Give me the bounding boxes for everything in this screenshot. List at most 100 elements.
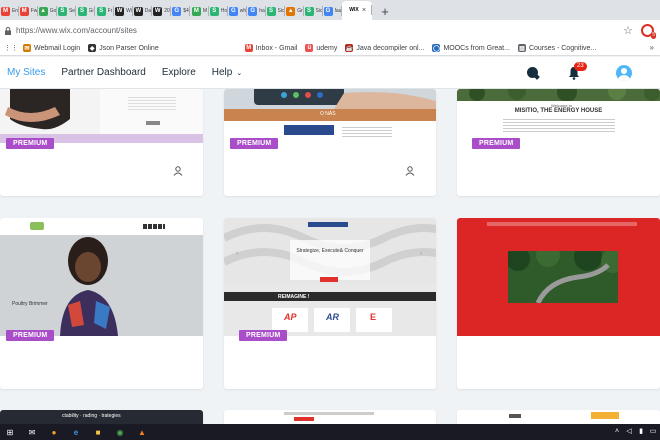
tab-title: Sic [315, 8, 323, 14]
browser-tab[interactable]: W 20 [152, 2, 171, 20]
tab-favicon-icon: S [57, 6, 67, 16]
browser-tab[interactable]: S Se [57, 2, 76, 20]
browser-tab[interactable]: ▲ Go [38, 2, 57, 20]
site-logo [509, 414, 521, 418]
site-card[interactable]: PREMIUM [0, 89, 203, 196]
windows-start-icon[interactable]: ⊞ [4, 427, 16, 437]
browser-tab[interactable]: G $4 [171, 2, 190, 20]
tab-favicon-icon: W [115, 6, 125, 16]
mail-icon[interactable]: ✉ [26, 427, 38, 437]
bookmark-icon: M [244, 44, 253, 52]
site-thumbnail[interactable] [457, 218, 660, 336]
tab-favicon-icon: W [153, 6, 163, 16]
browser-tab[interactable]: S Fr [95, 2, 114, 20]
tab-title: wh [239, 8, 247, 14]
bookmarks-overflow-icon[interactable]: » [650, 43, 654, 52]
site-card[interactable]: Strategize, Execute& Conquer ‹ › REIMAGI… [224, 218, 436, 389]
bookmark-item[interactable]: ▤ Courses - Cognitive... [517, 44, 596, 52]
bookmark-item[interactable]: ✉ Webmail Login [23, 44, 80, 52]
premium-badge: PREMIUM [6, 138, 55, 149]
tab-favicon-icon: G [172, 6, 182, 16]
vlc-icon[interactable]: ▲ [136, 427, 148, 437]
browser-tab[interactable]: Gha [247, 2, 266, 20]
bookmark-star-icon[interactable]: ☆ [623, 24, 633, 37]
site-caption: Poultry Brimmer [12, 301, 48, 307]
bookmark-item[interactable]: ◯ MOOCs from Great... [432, 44, 510, 52]
service-tile-1: AP [272, 308, 308, 332]
browser-tab[interactable]: ▲ Gr [285, 2, 304, 20]
chat-help-icon[interactable] [527, 67, 538, 78]
browser-tab[interactable]: MM [190, 2, 209, 20]
site-card[interactable] [457, 218, 660, 389]
chrome-icon[interactable]: ◉ [114, 427, 126, 437]
site-headline: Strategize, Execute& Conquer [296, 248, 364, 254]
extension-icon[interactable]: 5 [641, 24, 656, 39]
bookmark-item[interactable]: M Inbox - Gmail [244, 44, 297, 52]
browser-tab[interactable]: M Fw [19, 2, 38, 20]
network-icon[interactable]: ▮ [637, 427, 645, 435]
bookmark-item[interactable]: ü udemy [305, 44, 337, 52]
browser-tab[interactable]: S Gi [76, 2, 95, 20]
tab-title: Fr [107, 8, 113, 14]
tab-title: M [202, 8, 208, 14]
tab-favicon-icon: S [304, 6, 314, 16]
browser-tab[interactable]: S Sic [304, 2, 323, 20]
collaborators-icon[interactable] [405, 166, 416, 176]
nav-help[interactable]: Help ⌄ [212, 67, 242, 78]
road-landscape-photo [508, 251, 618, 303]
url-field[interactable]: https://www.wix.com/account/sites [16, 26, 623, 35]
extension-count: 5 [651, 32, 656, 39]
chevron-down-icon: ⌄ [236, 69, 243, 77]
site-card[interactable]: O NÁS PREMIUM [224, 89, 436, 196]
tab-favicon-icon: ▲ [38, 6, 48, 16]
browser-tab[interactable]: S Ho [209, 2, 228, 20]
nav-explore[interactable]: Explore [162, 67, 196, 78]
user-avatar[interactable] [616, 65, 632, 81]
tab-favicon-icon: M [191, 6, 201, 16]
tab-title: fau [334, 8, 342, 14]
tab-active-wix[interactable]: WIX × [342, 1, 372, 20]
site-hero-box [290, 240, 370, 280]
tab-title: Wi [126, 8, 132, 14]
tab-favicon-icon: S [77, 6, 87, 16]
premium-badge: PREMIUM [239, 330, 288, 341]
site-thumbnail[interactable]: Strategize, Execute& Conquer ‹ › REIMAGI… [224, 218, 436, 336]
tab-favicon-icon: M [0, 6, 10, 16]
battery-icon[interactable]: ▭ [649, 427, 657, 435]
site-thumbnail[interactable]: Poultry Brimmer [0, 218, 203, 336]
close-tab-icon[interactable]: × [362, 7, 366, 14]
nav-my-sites[interactable]: My Sites [7, 67, 45, 78]
edge-icon[interactable]: e [70, 427, 82, 437]
tab-favicon-icon: S [96, 6, 106, 16]
bookmark-item[interactable]: ☕ Java decompiler onl... [345, 44, 424, 52]
wix-favicon-icon: WIX [347, 6, 360, 15]
tab-title: $4 [183, 8, 189, 14]
browser-tab[interactable]: W Da [133, 2, 152, 20]
volume-icon[interactable]: ◁ [625, 427, 633, 435]
collaborators-icon[interactable] [173, 166, 184, 176]
file-explorer-icon[interactable]: ■ [92, 427, 104, 437]
media-player-icon[interactable]: ● [48, 427, 60, 437]
nav-partner-dashboard[interactable]: Partner Dashboard [61, 67, 146, 78]
apps-icon[interactable]: ⋮⋮ [4, 44, 18, 52]
browser-tab[interactable]: M En [0, 2, 19, 20]
browser-tab[interactable]: Gwh [228, 2, 247, 20]
bookmark-item[interactable]: ◆ Json Parser Online [88, 44, 159, 52]
tab-favicon-icon: S [266, 6, 276, 16]
new-tab-button[interactable]: + [376, 2, 394, 20]
browser-tab[interactable]: Gfau [323, 2, 342, 20]
bookmark-label: Java decompiler onl... [356, 44, 425, 52]
browser-tab[interactable]: W Wi [114, 2, 133, 20]
site-red-block [294, 417, 314, 421]
tab-favicon-icon: ▲ [286, 6, 296, 16]
tab-title: ha [259, 8, 265, 14]
address-bar: https://www.wix.com/account/sites ☆ 5 [0, 20, 660, 41]
wix-header: My Sites Partner Dashboard Explore Help ⌄… [0, 57, 660, 89]
site-card[interactable]: Poultry Brimmer PREMIUM [0, 218, 203, 389]
phone-hand-photo [224, 89, 436, 109]
browser-tab[interactable]: S Sic [266, 2, 285, 20]
site-card[interactable]: Welcome to MISITIO, THE ENERGY HOUSE PRE… [457, 89, 660, 196]
tab-title: Fw [30, 8, 38, 14]
tray-chevron-icon[interactable]: ˄ [613, 427, 621, 435]
premium-badge: PREMIUM [6, 330, 55, 341]
